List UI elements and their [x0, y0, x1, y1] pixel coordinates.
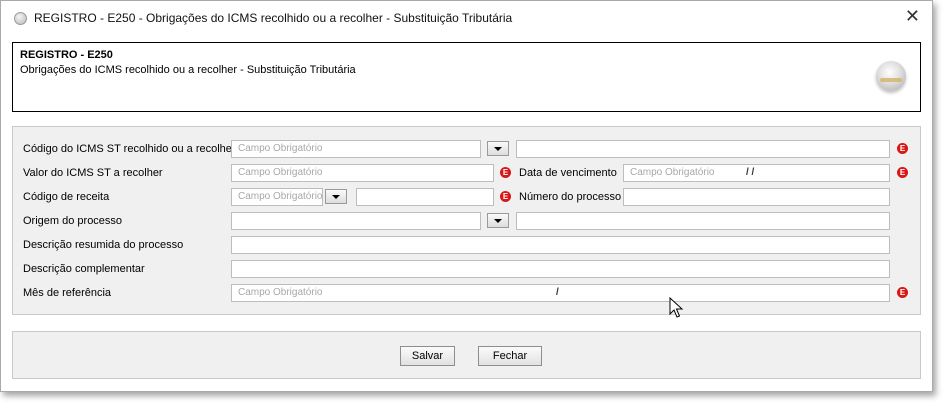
error-icon: E [897, 143, 908, 154]
mouse-pointer-icon [669, 297, 684, 318]
valor-icms-label: Valor do ICMS ST a recolher [23, 167, 163, 179]
title-bar[interactable]: REGISTRO - E250 - Obrigações do ICMS rec… [1, 1, 932, 35]
valor-icms-input[interactable]: Campo Obrigatório [231, 164, 494, 182]
data-vencimento-placeholder: Campo Obrigatório [630, 167, 715, 178]
error-icon: E [500, 191, 511, 202]
codigo-receita-label: Código de receita [23, 191, 110, 203]
codigo-icms-dropdown-button[interactable] [487, 141, 509, 156]
numero-processo-label: Número do processo [519, 191, 622, 203]
date-mask: / / [746, 167, 755, 178]
window-title: REGISTRO - E250 - Obrigações do ICMS rec… [34, 11, 513, 25]
register-title: REGISTRO - E250 [20, 49, 113, 61]
descricao-resumida-label: Descrição resumida do processo [23, 239, 184, 251]
codigo-icms-input[interactable]: Campo Obrigatório [231, 140, 481, 158]
close-button[interactable]: Fechar [478, 346, 542, 366]
codigo-receita-dropdown-button[interactable] [325, 189, 347, 204]
button-panel: Salvar Fechar [12, 331, 921, 379]
origem-processo-description-field[interactable] [516, 212, 890, 230]
form-panel: Código do ICMS ST recolhido ou a recolhe… [12, 126, 921, 315]
descricao-complementar-label: Descrição complementar [23, 263, 145, 275]
numero-processo-input[interactable] [623, 188, 890, 206]
dialog-window: REGISTRO - E250 - Obrigações do ICMS rec… [0, 0, 933, 392]
mes-referencia-input[interactable]: Campo Obrigatório [231, 284, 890, 302]
close-icon[interactable]: ✕ [905, 7, 920, 25]
month-mask: / [556, 287, 559, 298]
codigo-receita-input[interactable]: Campo Obrigatório [231, 188, 323, 206]
descricao-complementar-input[interactable] [231, 260, 890, 278]
data-vencimento-label: Data de vencimento [519, 167, 617, 179]
origem-processo-dropdown-button[interactable] [487, 213, 509, 228]
register-header: REGISTRO - E250 Obrigações do ICMS recol… [12, 42, 921, 112]
logo-icon [876, 61, 906, 91]
error-icon: E [500, 167, 511, 178]
codigo-icms-label: Código do ICMS ST recolhido ou a recolhe… [23, 143, 236, 155]
mes-referencia-label: Mês de referência [23, 287, 112, 299]
mes-referencia-placeholder: Campo Obrigatório [238, 287, 323, 298]
error-icon: E [897, 287, 908, 298]
error-icon: E [897, 167, 908, 178]
register-subtitle: Obrigações do ICMS recolhido ou a recolh… [20, 64, 356, 76]
codigo-receita-description-field[interactable] [356, 188, 494, 206]
origem-processo-label: Origem do processo [23, 215, 123, 227]
codigo-icms-description-field[interactable] [516, 140, 890, 158]
app-icon [14, 12, 27, 25]
data-vencimento-input[interactable]: Campo Obrigatório [623, 164, 890, 182]
save-button[interactable]: Salvar [400, 346, 455, 366]
origem-processo-input[interactable] [231, 212, 481, 230]
descricao-resumida-input[interactable] [231, 236, 890, 254]
